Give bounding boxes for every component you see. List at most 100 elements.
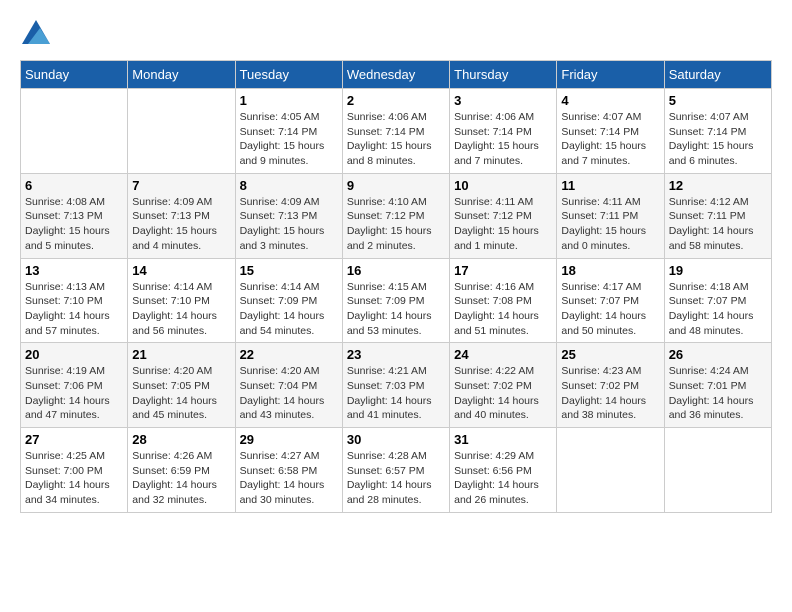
day-info: Sunrise: 4:06 AM Sunset: 7:14 PM Dayligh… xyxy=(454,110,552,169)
day-number: 3 xyxy=(454,93,552,108)
day-number: 16 xyxy=(347,263,445,278)
calendar-day-header: Tuesday xyxy=(235,61,342,89)
calendar-cell: 9 Sunrise: 4:10 AM Sunset: 7:12 PM Daylig… xyxy=(342,173,449,258)
calendar-table: SundayMondayTuesdayWednesdayThursdayFrid… xyxy=(20,60,772,513)
day-number: 7 xyxy=(132,178,230,193)
calendar-cell: 5 Sunrise: 4:07 AM Sunset: 7:14 PM Daylig… xyxy=(664,89,771,174)
day-number: 6 xyxy=(25,178,123,193)
calendar-cell: 7 Sunrise: 4:09 AM Sunset: 7:13 PM Daylig… xyxy=(128,173,235,258)
day-info: Sunrise: 4:22 AM Sunset: 7:02 PM Dayligh… xyxy=(454,364,552,423)
day-info: Sunrise: 4:12 AM Sunset: 7:11 PM Dayligh… xyxy=(669,195,767,254)
calendar-cell: 8Sunrise: 4:09 AM Sunset: 7:13 PM Daylig… xyxy=(235,173,342,258)
calendar-cell: 30 Sunrise: 4:28 AM Sunset: 6:57 PM Dayli… xyxy=(342,428,449,513)
day-info: Sunrise: 4:18 AM Sunset: 7:07 PM Dayligh… xyxy=(669,280,767,339)
calendar-cell: 10Sunrise: 4:11 AM Sunset: 7:12 PM Dayli… xyxy=(450,173,557,258)
day-info: Sunrise: 4:14 AM Sunset: 7:10 PM Dayligh… xyxy=(132,280,230,339)
day-number: 4 xyxy=(561,93,659,108)
calendar-cell: 11 Sunrise: 4:11 AM Sunset: 7:11 PM Dayli… xyxy=(557,173,664,258)
calendar-day-header: Monday xyxy=(128,61,235,89)
day-number: 30 xyxy=(347,432,445,447)
day-number: 25 xyxy=(561,347,659,362)
day-number: 2 xyxy=(347,93,445,108)
calendar-cell: 12 Sunrise: 4:12 AM Sunset: 7:11 PM Dayli… xyxy=(664,173,771,258)
day-info: Sunrise: 4:26 AM Sunset: 6:59 PM Dayligh… xyxy=(132,449,230,508)
day-info: Sunrise: 4:19 AM Sunset: 7:06 PM Dayligh… xyxy=(25,364,123,423)
calendar-day-header: Friday xyxy=(557,61,664,89)
calendar-cell: 3 Sunrise: 4:06 AM Sunset: 7:14 PM Daylig… xyxy=(450,89,557,174)
day-info: Sunrise: 4:20 AM Sunset: 7:04 PM Dayligh… xyxy=(240,364,338,423)
day-number: 26 xyxy=(669,347,767,362)
calendar-cell: 13Sunrise: 4:13 AM Sunset: 7:10 PM Dayli… xyxy=(21,258,128,343)
day-number: 13 xyxy=(25,263,123,278)
logo-icon xyxy=(22,20,50,44)
day-number: 12 xyxy=(669,178,767,193)
day-number: 24 xyxy=(454,347,552,362)
calendar-cell: 17Sunrise: 4:16 AM Sunset: 7:08 PM Dayli… xyxy=(450,258,557,343)
calendar-cell xyxy=(664,428,771,513)
calendar-week-row: 27 Sunrise: 4:25 AM Sunset: 7:00 PM Dayli… xyxy=(21,428,772,513)
day-number: 5 xyxy=(669,93,767,108)
calendar-cell xyxy=(21,89,128,174)
calendar-cell xyxy=(128,89,235,174)
calendar-week-row: 1 Sunrise: 4:05 AM Sunset: 7:14 PM Daylig… xyxy=(21,89,772,174)
calendar-cell: 21 Sunrise: 4:20 AM Sunset: 7:05 PM Dayli… xyxy=(128,343,235,428)
day-number: 1 xyxy=(240,93,338,108)
day-number: 23 xyxy=(347,347,445,362)
calendar-cell: 27 Sunrise: 4:25 AM Sunset: 7:00 PM Dayli… xyxy=(21,428,128,513)
calendar-cell: 31Sunrise: 4:29 AM Sunset: 6:56 PM Dayli… xyxy=(450,428,557,513)
calendar-cell: 6 Sunrise: 4:08 AM Sunset: 7:13 PM Daylig… xyxy=(21,173,128,258)
calendar-cell: 25 Sunrise: 4:23 AM Sunset: 7:02 PM Dayli… xyxy=(557,343,664,428)
calendar-cell: 26 Sunrise: 4:24 AM Sunset: 7:01 PM Dayli… xyxy=(664,343,771,428)
calendar-cell: 24 Sunrise: 4:22 AM Sunset: 7:02 PM Dayli… xyxy=(450,343,557,428)
page-header xyxy=(20,20,772,44)
day-number: 14 xyxy=(132,263,230,278)
day-info: Sunrise: 4:15 AM Sunset: 7:09 PM Dayligh… xyxy=(347,280,445,339)
day-info: Sunrise: 4:21 AM Sunset: 7:03 PM Dayligh… xyxy=(347,364,445,423)
day-info: Sunrise: 4:08 AM Sunset: 7:13 PM Dayligh… xyxy=(25,195,123,254)
day-info: Sunrise: 4:07 AM Sunset: 7:14 PM Dayligh… xyxy=(561,110,659,169)
calendar-cell: 23 Sunrise: 4:21 AM Sunset: 7:03 PM Dayli… xyxy=(342,343,449,428)
logo xyxy=(20,20,52,44)
day-info: Sunrise: 4:10 AM Sunset: 7:12 PM Dayligh… xyxy=(347,195,445,254)
day-info: Sunrise: 4:05 AM Sunset: 7:14 PM Dayligh… xyxy=(240,110,338,169)
day-info: Sunrise: 4:17 AM Sunset: 7:07 PM Dayligh… xyxy=(561,280,659,339)
calendar-header-row: SundayMondayTuesdayWednesdayThursdayFrid… xyxy=(21,61,772,89)
day-number: 8 xyxy=(240,178,338,193)
calendar-cell: 1 Sunrise: 4:05 AM Sunset: 7:14 PM Daylig… xyxy=(235,89,342,174)
day-info: Sunrise: 4:23 AM Sunset: 7:02 PM Dayligh… xyxy=(561,364,659,423)
calendar-day-header: Saturday xyxy=(664,61,771,89)
day-number: 27 xyxy=(25,432,123,447)
day-info: Sunrise: 4:25 AM Sunset: 7:00 PM Dayligh… xyxy=(25,449,123,508)
calendar-week-row: 6 Sunrise: 4:08 AM Sunset: 7:13 PM Daylig… xyxy=(21,173,772,258)
day-info: Sunrise: 4:16 AM Sunset: 7:08 PM Dayligh… xyxy=(454,280,552,339)
calendar-week-row: 20Sunrise: 4:19 AM Sunset: 7:06 PM Dayli… xyxy=(21,343,772,428)
calendar-day-header: Thursday xyxy=(450,61,557,89)
calendar-cell: 14 Sunrise: 4:14 AM Sunset: 7:10 PM Dayli… xyxy=(128,258,235,343)
day-info: Sunrise: 4:28 AM Sunset: 6:57 PM Dayligh… xyxy=(347,449,445,508)
day-info: Sunrise: 4:11 AM Sunset: 7:11 PM Dayligh… xyxy=(561,195,659,254)
day-number: 9 xyxy=(347,178,445,193)
calendar-cell: 29 Sunrise: 4:27 AM Sunset: 6:58 PM Dayli… xyxy=(235,428,342,513)
calendar-cell: 18Sunrise: 4:17 AM Sunset: 7:07 PM Dayli… xyxy=(557,258,664,343)
day-number: 22 xyxy=(240,347,338,362)
calendar-cell: 2 Sunrise: 4:06 AM Sunset: 7:14 PM Daylig… xyxy=(342,89,449,174)
day-info: Sunrise: 4:27 AM Sunset: 6:58 PM Dayligh… xyxy=(240,449,338,508)
day-number: 15 xyxy=(240,263,338,278)
day-info: Sunrise: 4:06 AM Sunset: 7:14 PM Dayligh… xyxy=(347,110,445,169)
day-number: 19 xyxy=(669,263,767,278)
calendar-cell: 19 Sunrise: 4:18 AM Sunset: 7:07 PM Dayli… xyxy=(664,258,771,343)
calendar-cell: 15 Sunrise: 4:14 AM Sunset: 7:09 PM Dayli… xyxy=(235,258,342,343)
day-info: Sunrise: 4:14 AM Sunset: 7:09 PM Dayligh… xyxy=(240,280,338,339)
day-number: 11 xyxy=(561,178,659,193)
day-info: Sunrise: 4:09 AM Sunset: 7:13 PM Dayligh… xyxy=(132,195,230,254)
day-info: Sunrise: 4:11 AM Sunset: 7:12 PM Dayligh… xyxy=(454,195,552,254)
day-number: 28 xyxy=(132,432,230,447)
calendar-day-header: Sunday xyxy=(21,61,128,89)
day-info: Sunrise: 4:24 AM Sunset: 7:01 PM Dayligh… xyxy=(669,364,767,423)
day-number: 21 xyxy=(132,347,230,362)
day-info: Sunrise: 4:20 AM Sunset: 7:05 PM Dayligh… xyxy=(132,364,230,423)
calendar-cell xyxy=(557,428,664,513)
day-number: 29 xyxy=(240,432,338,447)
day-info: Sunrise: 4:07 AM Sunset: 7:14 PM Dayligh… xyxy=(669,110,767,169)
calendar-week-row: 13Sunrise: 4:13 AM Sunset: 7:10 PM Dayli… xyxy=(21,258,772,343)
